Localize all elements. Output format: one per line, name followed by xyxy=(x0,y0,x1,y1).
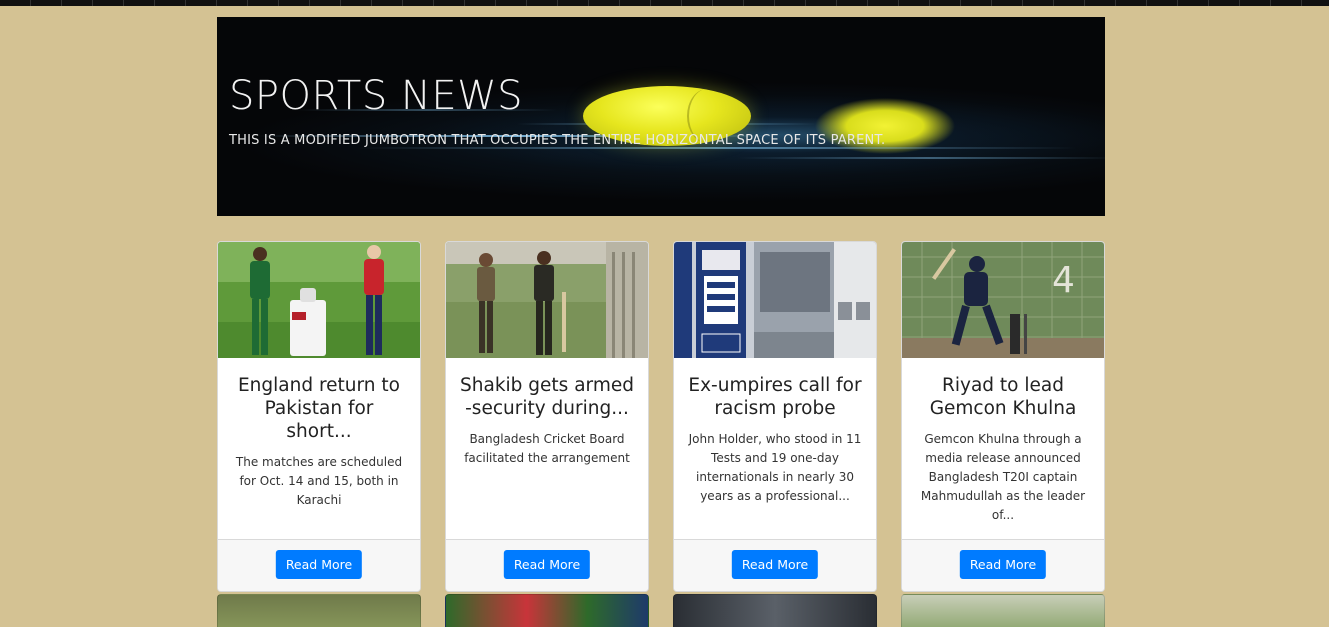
card-footer: Read More xyxy=(218,539,420,591)
news-card: Shakib gets armed -security during... Ba… xyxy=(445,241,649,592)
read-more-button[interactable]: Read More xyxy=(959,550,1047,579)
card-text: Gemcon Khulna through a media release an… xyxy=(920,432,1086,522)
cricket-captains-trophy-image xyxy=(218,242,420,358)
news-card-partial xyxy=(673,594,877,627)
read-more-button[interactable]: Read More xyxy=(731,550,819,579)
batsman-nets-image: 4 xyxy=(902,242,1104,358)
read-more-button[interactable]: Read More xyxy=(275,550,363,579)
light-streak xyxy=(737,157,1105,159)
cricketers-walking-image xyxy=(446,242,648,358)
card-body: England return to Pakistan for short... … xyxy=(218,358,420,540)
news-card: 4 Riyad to lead Gemcon Khulna Gemcon Khu… xyxy=(901,241,1105,592)
card-title: Shakib gets armed -security during... xyxy=(460,375,634,419)
jumbotron-subtitle: THIS IS A MODIFIED JUMBOTRON THAT OCCUPI… xyxy=(229,133,886,148)
card-text: Bangladesh Cricket Board facilitated the… xyxy=(464,432,630,465)
jumbotron-banner: SPORTS NEWS THIS IS A MODIFIED JUMBOTRON… xyxy=(217,17,1105,216)
card-footer: Read More xyxy=(674,539,876,591)
read-more-button[interactable]: Read More xyxy=(503,550,591,579)
svg-text:4: 4 xyxy=(1052,260,1075,301)
card-text: John Holder, who stood in 11 Tests and 1… xyxy=(688,432,862,503)
news-card-partial xyxy=(901,594,1105,627)
card-footer: Read More xyxy=(902,539,1104,591)
card-body: Ex-umpires call for racism probe John Ho… xyxy=(674,358,876,540)
news-card: England return to Pakistan for short... … xyxy=(217,241,421,592)
card-title: Riyad to lead Gemcon Khulna xyxy=(929,375,1077,419)
news-card: Ex-umpires call for racism probe John Ho… xyxy=(673,241,877,592)
ecb-logo-image xyxy=(674,242,876,358)
card-body: Riyad to lead Gemcon Khulna Gemcon Khuln… xyxy=(902,358,1104,540)
jumbotron-title: SPORTS NEWS xyxy=(229,73,524,119)
card-footer: Read More xyxy=(446,539,648,591)
top-border-bar xyxy=(0,0,1329,6)
card-text: The matches are scheduled for Oct. 14 an… xyxy=(235,455,403,507)
card-title: Ex-umpires call for racism probe xyxy=(688,375,862,419)
card-body: Shakib gets armed -security during... Ba… xyxy=(446,358,648,540)
main-container: SPORTS NEWS THIS IS A MODIFIED JUMBOTRON… xyxy=(217,17,1105,592)
card-title: England return to Pakistan for short... xyxy=(237,375,400,442)
news-card-partial xyxy=(445,594,649,627)
news-card-partial xyxy=(217,594,421,627)
